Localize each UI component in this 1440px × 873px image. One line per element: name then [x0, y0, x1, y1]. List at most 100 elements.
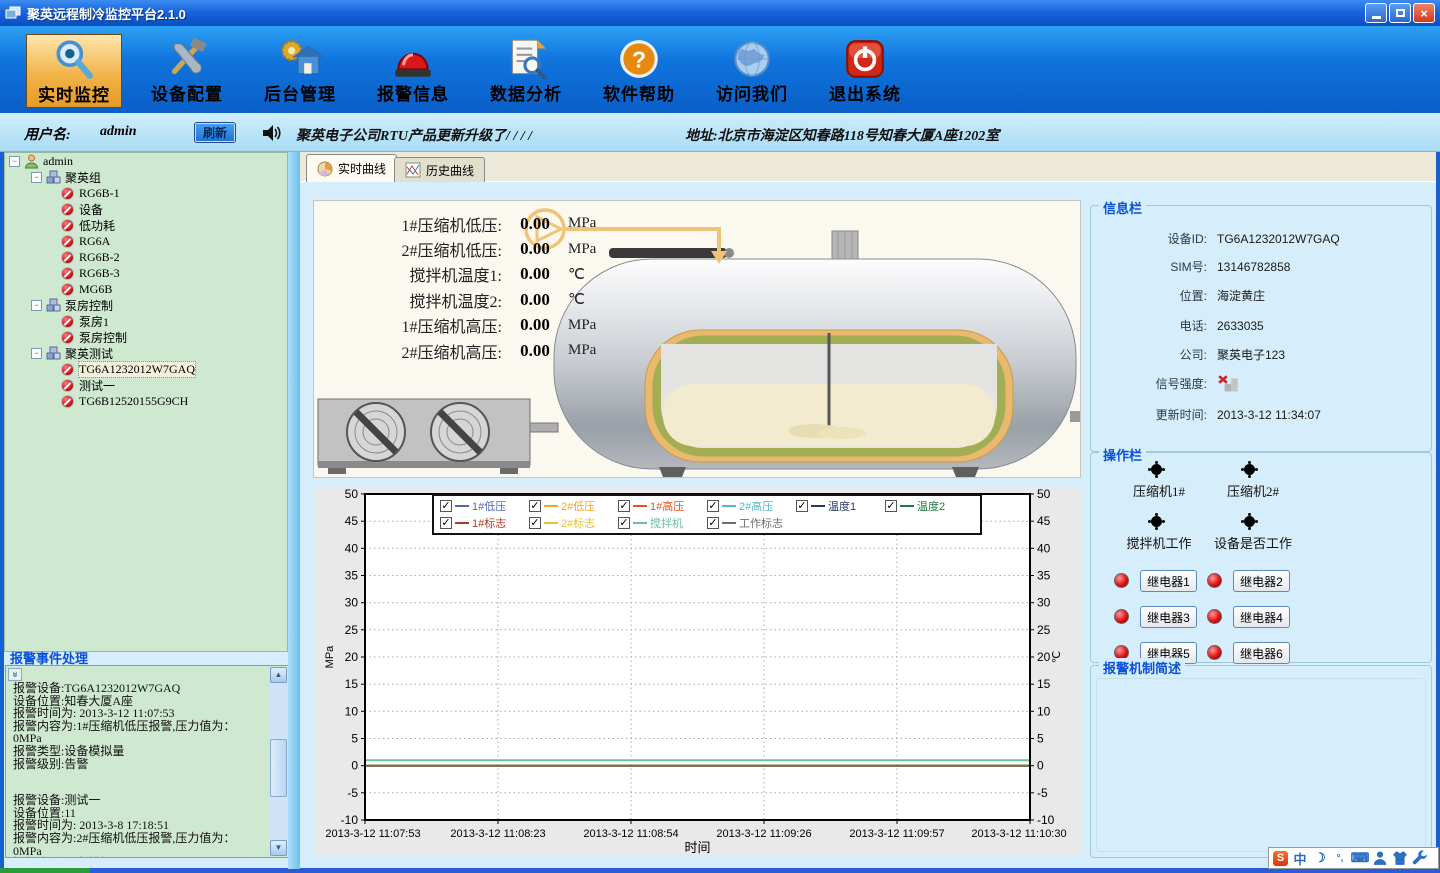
punctuation-icon[interactable]: °, [1332, 850, 1348, 866]
svg-text:40: 40 [1037, 541, 1051, 555]
restore-button[interactable] [1389, 3, 1411, 23]
relay-button-6[interactable]: 继电器6 [1233, 642, 1290, 664]
info-field-label: 信号强度: [1095, 375, 1207, 392]
tree-item-label: MG6B [79, 282, 112, 297]
no-signal-icon [1217, 374, 1241, 392]
tree-item[interactable]: 测试一 [5, 377, 287, 393]
reading-row: 搅拌机温度1:0.00℃ [324, 262, 596, 287]
tree-item[interactable]: RG6B-1 [5, 185, 287, 201]
tab-realtime-curve[interactable]: 实时曲线 [306, 154, 397, 182]
user-bar: 用户名: admin 刷新 聚英电子公司RTU产品更新升级了/ / / / 地址… [0, 113, 1440, 152]
tree-item[interactable]: TG6A1232012W7GAQ [5, 361, 287, 377]
tree-expand-icon[interactable]: − [31, 348, 42, 359]
toolbar-button-tools[interactable]: 设备配置 [139, 34, 235, 108]
tank-diagram-panel: 1#压缩机低压:0.00MPa2#压缩机低压:0.00MPa搅拌机温度1:0.0… [313, 200, 1081, 478]
svg-text:MPa: MPa [324, 645, 336, 669]
legend-dash [544, 522, 558, 524]
toolbar-button-gear-house[interactable]: 后台管理 [252, 34, 348, 108]
refresh-button[interactable]: 刷新 [194, 122, 236, 143]
toolbar-button-globe[interactable]: 访问我们 [704, 34, 800, 108]
toolbar-button-alarm-lamp[interactable]: 报警信息 [365, 34, 461, 108]
legend-label: 工作标志 [739, 515, 783, 531]
legend-checkbox[interactable]: ✓ [618, 500, 630, 512]
skin-icon[interactable] [1392, 850, 1408, 866]
legend-item: ✓1#低压 [440, 498, 529, 514]
legend-checkbox[interactable]: ✓ [529, 517, 541, 529]
moon-icon[interactable]: ☽ [1312, 850, 1328, 866]
sogou-logo[interactable]: S [1273, 851, 1288, 866]
wrench-icon[interactable] [1412, 850, 1428, 866]
alarm-scrollbar[interactable]: ▲ ▼ [270, 667, 287, 856]
doc-magnifier-icon [503, 36, 549, 80]
chart-legend: ✓1#低压✓2#低压✓1#高压✓2#高压✓温度1✓温度2✓1#标志✓2#标志✓搅… [432, 494, 982, 535]
svg-text:45: 45 [1037, 514, 1051, 528]
legend-checkbox[interactable]: ✓ [440, 500, 452, 512]
panel-splitter[interactable] [288, 152, 300, 869]
tree-item[interactable]: 泵房控制 [5, 329, 287, 345]
legend-checkbox[interactable]: ✓ [796, 500, 808, 512]
ime-toolbar: S中☽°,⌨ [1268, 847, 1439, 869]
reading-unit: MPa [568, 317, 596, 334]
collapse-chevron-icon[interactable]: » [8, 668, 22, 681]
tree-item[interactable]: 设备 [5, 201, 287, 217]
tree-expand-icon[interactable]: − [31, 172, 42, 183]
relay-button-3[interactable]: 继电器3 [1140, 606, 1197, 628]
scroll-down-icon[interactable]: ▼ [270, 840, 287, 856]
tree-item[interactable]: − 泵房控制 [5, 297, 287, 313]
toolbar-button-magnifier[interactable]: 实时监控 [26, 34, 122, 108]
tree-expand-icon[interactable]: − [9, 156, 20, 167]
toolbar-button-doc-magnifier[interactable]: 数据分析 [478, 34, 574, 108]
tree-expand-icon[interactable]: − [31, 300, 42, 311]
legend-checkbox[interactable]: ✓ [440, 517, 452, 529]
legend-label: 搅拌机 [650, 515, 683, 531]
legend-checkbox[interactable]: ✓ [707, 500, 719, 512]
speaker-icon[interactable] [260, 122, 282, 144]
tree-item-label: 泵房控制 [79, 329, 127, 346]
relay-button-2[interactable]: 继电器2 [1233, 570, 1290, 592]
svg-text:时间: 时间 [684, 840, 710, 855]
legend-dash [900, 505, 914, 507]
svg-text:2013-3-12 11:10:30: 2013-3-12 11:10:30 [971, 828, 1066, 840]
keyboard-icon[interactable]: ⌨ [1352, 850, 1368, 866]
scroll-up-icon[interactable]: ▲ [270, 667, 287, 683]
reading-label: 1#压缩机低压: [324, 212, 502, 236]
legend-checkbox[interactable]: ✓ [707, 517, 719, 529]
relay-button-4[interactable]: 继电器4 [1233, 606, 1290, 628]
toolbar-button-power[interactable]: 退出系统 [817, 34, 913, 108]
tree-item-label: 泵房控制 [65, 297, 113, 314]
tab-history-curve[interactable]: 历史曲线 [394, 157, 485, 182]
relay-button-1[interactable]: 继电器1 [1140, 570, 1197, 592]
person-icon[interactable] [1372, 850, 1388, 866]
legend-checkbox[interactable]: ✓ [885, 500, 897, 512]
reading-value: 0.00 [502, 341, 568, 361]
legend-label: 1#高压 [650, 498, 684, 514]
tab-label: 实时曲线 [338, 160, 386, 177]
minimize-button[interactable] [1365, 3, 1387, 23]
tree-item[interactable]: −聚英组 [5, 169, 287, 185]
tree-item[interactable]: RG6B-3 [5, 265, 287, 281]
svg-text:15: 15 [1037, 677, 1051, 691]
main-toolbar: 实时监控设备配置后台管理报警信息数据分析?软件帮助访问我们退出系统 [0, 26, 1440, 113]
legend-checkbox[interactable]: ✓ [529, 500, 541, 512]
offline-device-icon [61, 267, 74, 280]
tree-item[interactable]: −聚英测试 [5, 345, 287, 361]
window-title: 聚英远程制冷监控平台2.1.0 [27, 4, 186, 23]
group-icon [46, 346, 61, 361]
scroll-thumb[interactable] [270, 739, 287, 797]
tree-item[interactable]: MG6B [5, 281, 287, 297]
legend-item: ✓ 搅拌机 [618, 515, 707, 531]
alarm-events-box: » 报警设备:TG6A1232012W7GAQ设备位置:知春大厦A座报警时间为:… [5, 665, 289, 858]
tree-item[interactable]: RG6B-2 [5, 249, 287, 265]
legend-checkbox[interactable]: ✓ [618, 517, 630, 529]
group-icon [46, 170, 61, 185]
chinese-mode[interactable]: 中 [1292, 850, 1308, 866]
toolbar-button-help[interactable]: ?软件帮助 [591, 34, 687, 108]
close-button[interactable]: × [1413, 3, 1435, 23]
tree-item[interactable]: −admin [5, 153, 287, 169]
svg-text:10: 10 [345, 704, 359, 718]
tree-item[interactable]: 泵房1 [5, 313, 287, 329]
tree-item[interactable]: RG6A [5, 233, 287, 249]
status-led-icon [1244, 464, 1255, 475]
tree-item[interactable]: 低功耗 [5, 217, 287, 233]
tree-item[interactable]: TG6B12520155G9CH [5, 393, 287, 409]
